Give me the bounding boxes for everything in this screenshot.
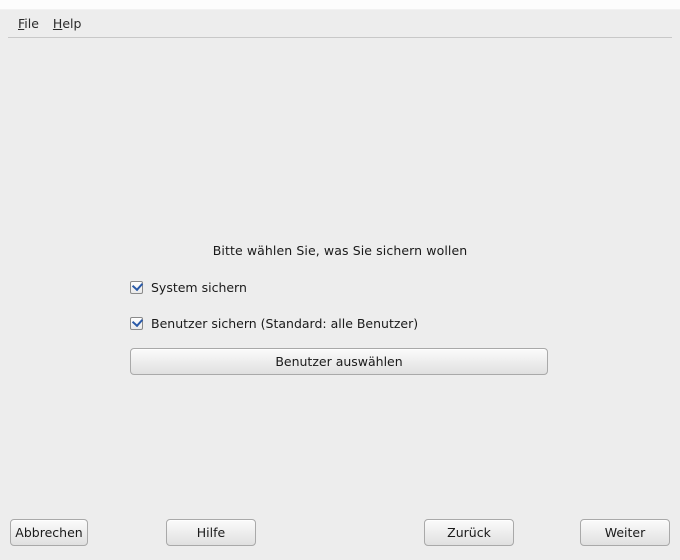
select-users-button[interactable]: Benutzer auswählen	[130, 348, 548, 375]
options-group: System sichern Benutzer sichern (Standar…	[130, 276, 550, 375]
next-button[interactable]: Weiter	[580, 519, 670, 546]
menubar: File Help	[8, 10, 672, 38]
footer-buttons: Abbrechen Hilfe Zurück Weiter	[0, 514, 680, 560]
checkbox-users-label: Benutzer sichern (Standard: alle Benutze…	[151, 316, 418, 331]
checkbox-system[interactable]	[130, 281, 143, 294]
menu-file[interactable]: File	[18, 16, 39, 31]
checkbox-row-system[interactable]: System sichern	[130, 276, 550, 298]
select-users-button-label: Benutzer auswählen	[275, 354, 402, 369]
back-button[interactable]: Zurück	[424, 519, 514, 546]
cancel-button[interactable]: Abbrechen	[10, 519, 88, 546]
checkbox-system-label: System sichern	[151, 280, 247, 295]
backup-wizard-window: File Help Bitte wählen Sie, was Sie sich…	[0, 0, 680, 560]
prompt-text: Bitte wählen Sie, was Sie sichern wollen	[0, 243, 680, 258]
window-titlebar	[0, 0, 680, 10]
menu-help[interactable]: Help	[53, 16, 82, 31]
help-button-label: Hilfe	[197, 525, 225, 540]
next-button-label: Weiter	[605, 525, 646, 540]
cancel-button-label: Abbrechen	[15, 525, 82, 540]
checkbox-users[interactable]	[130, 317, 143, 330]
help-button[interactable]: Hilfe	[166, 519, 256, 546]
content-area: Bitte wählen Sie, was Sie sichern wollen…	[0, 38, 680, 514]
checkbox-row-users[interactable]: Benutzer sichern (Standard: alle Benutze…	[130, 312, 550, 334]
back-button-label: Zurück	[447, 525, 491, 540]
